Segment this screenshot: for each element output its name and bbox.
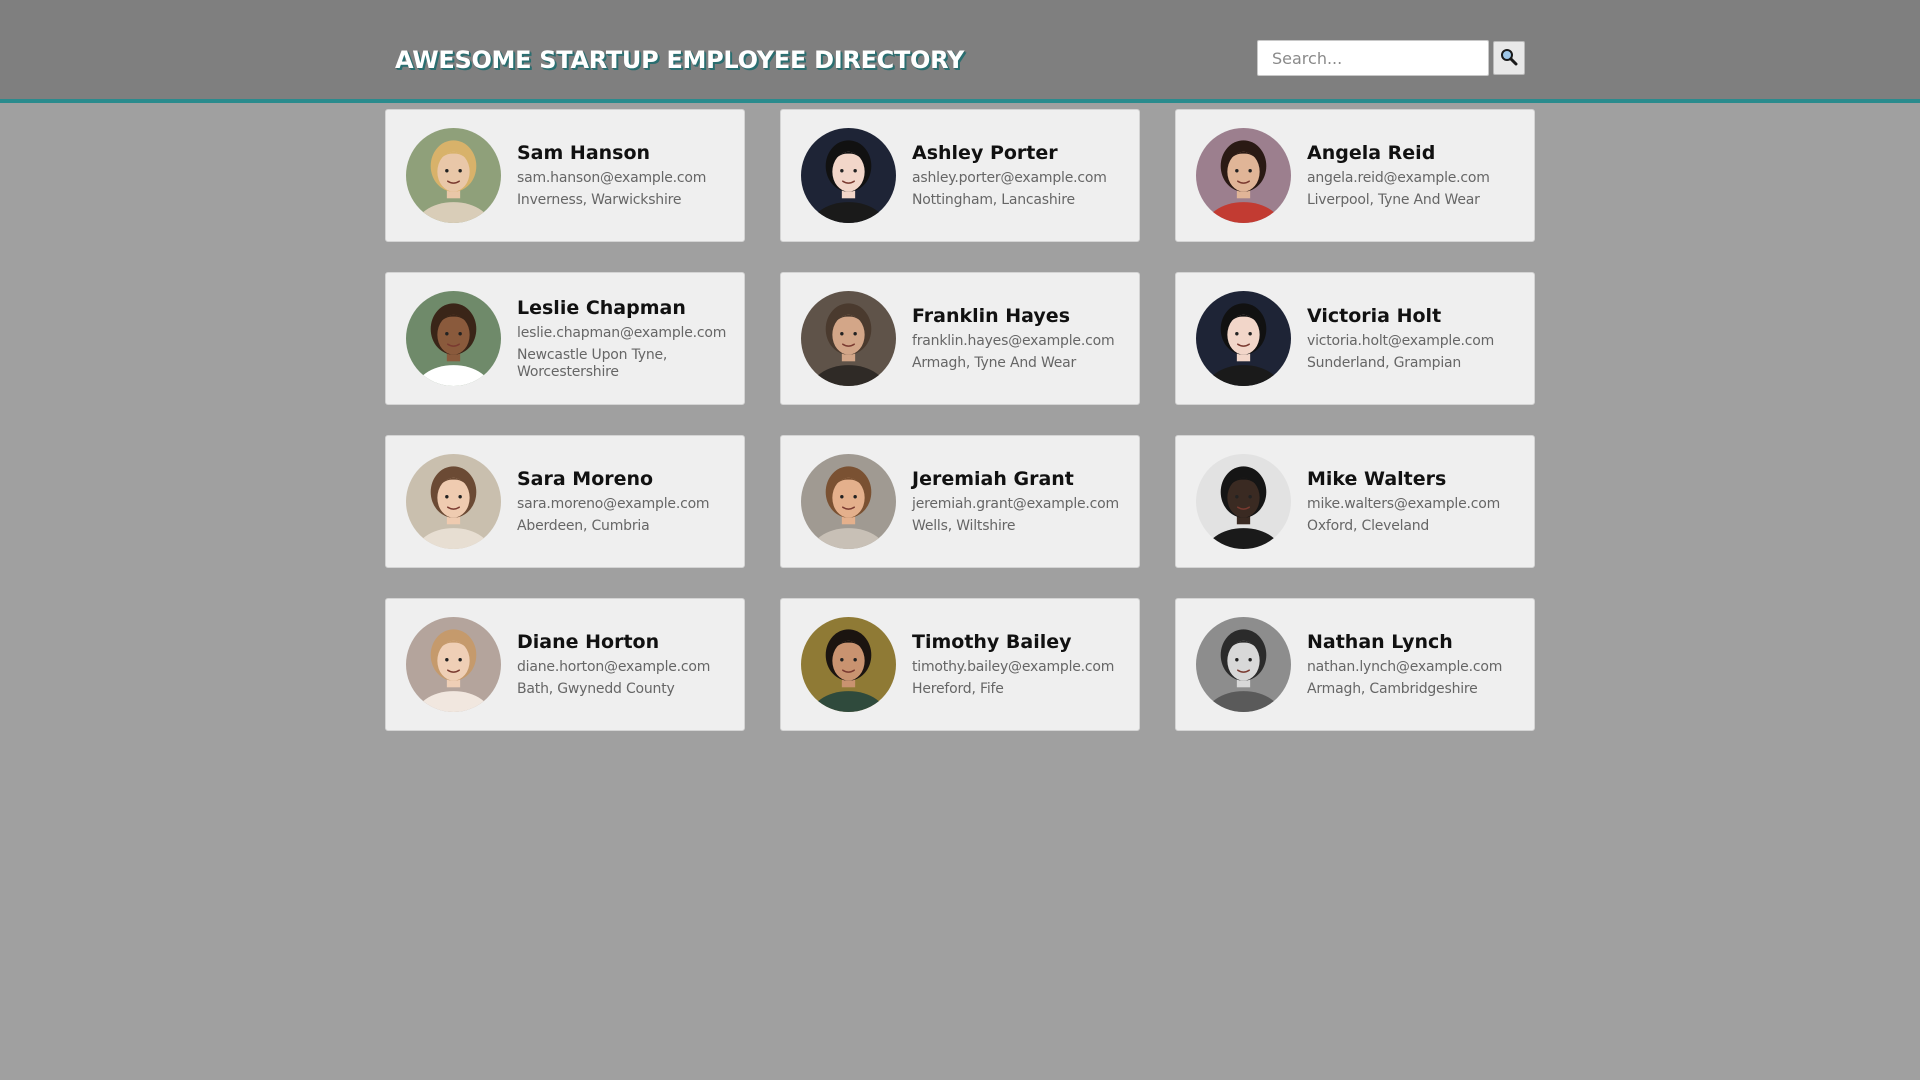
portrait-image [406, 454, 501, 549]
page-title: AWESOME STARTUP EMPLOYEE DIRECTORY [395, 46, 965, 74]
employee-avatar [406, 454, 501, 549]
portrait-image [1196, 291, 1291, 386]
employee-card[interactable]: Sara Moreno sara.moreno@example.com Aber… [385, 435, 745, 568]
employee-info: Ashley Porter ashley.porter@example.com … [912, 142, 1121, 209]
employee-avatar [801, 454, 896, 549]
portrait-image [406, 617, 501, 712]
employee-name: Angela Reid [1307, 142, 1436, 165]
employee-avatar [1196, 617, 1291, 712]
employee-email: sara.moreno@example.com [517, 496, 710, 513]
employee-avatar [406, 617, 501, 712]
employee-info: Angela Reid angela.reid@example.com Live… [1307, 142, 1516, 209]
employee-card[interactable]: Jeremiah Grant jeremiah.grant@example.co… [780, 435, 1140, 568]
page-header: AWESOME STARTUP EMPLOYEE DIRECTORY [0, 0, 1920, 103]
employee-name: Nathan Lynch [1307, 631, 1453, 654]
employee-email: franklin.hayes@example.com [912, 333, 1115, 350]
employee-avatar [801, 128, 896, 223]
employee-info: Sara Moreno sara.moreno@example.com Aber… [517, 468, 726, 535]
employee-card[interactable]: Nathan Lynch nathan.lynch@example.com Ar… [1175, 598, 1535, 731]
employee-card[interactable]: Sam Hanson sam.hanson@example.com Invern… [385, 109, 745, 242]
employee-info: Victoria Holt victoria.holt@example.com … [1307, 305, 1516, 372]
portrait-image [1196, 128, 1291, 223]
search-icon [1500, 48, 1518, 69]
employee-avatar [1196, 291, 1291, 386]
employee-location: Inverness, Warwickshire [517, 192, 682, 209]
portrait-image [801, 291, 896, 386]
portrait-image [406, 128, 501, 223]
employee-email: sam.hanson@example.com [517, 170, 707, 187]
employee-name: Diane Horton [517, 631, 660, 654]
employee-location: Aberdeen, Cumbria [517, 518, 650, 535]
employee-avatar [1196, 128, 1291, 223]
employee-card[interactable]: Victoria Holt victoria.holt@example.com … [1175, 272, 1535, 405]
employee-email: leslie.chapman@example.com [517, 324, 727, 341]
employee-name: Jeremiah Grant [912, 468, 1074, 491]
employee-name: Leslie Chapman [517, 296, 686, 319]
search-input[interactable] [1257, 40, 1489, 76]
employee-info: Franklin Hayes franklin.hayes@example.co… [912, 305, 1121, 372]
employee-gallery: Sam Hanson sam.hanson@example.com Invern… [385, 109, 1535, 731]
employee-info: Jeremiah Grant jeremiah.grant@example.co… [912, 468, 1121, 535]
employee-avatar [801, 617, 896, 712]
employee-location: Bath, Gwynedd County [517, 681, 675, 698]
employee-info: Leslie Chapman leslie.chapman@example.co… [517, 297, 726, 381]
search-form [1257, 40, 1525, 76]
portrait-image [1196, 617, 1291, 712]
employee-location: Wells, Wiltshire [912, 518, 1016, 535]
portrait-image [801, 128, 896, 223]
employee-info: Mike Walters mike.walters@example.com Ox… [1307, 468, 1516, 535]
employee-email: diane.horton@example.com [517, 659, 711, 676]
employee-location: Newcastle Upon Tyne, Worcestershire [517, 346, 668, 380]
employee-card[interactable]: Franklin Hayes franklin.hayes@example.co… [780, 272, 1140, 405]
employee-email: angela.reid@example.com [1307, 170, 1490, 187]
portrait-image [801, 617, 896, 712]
employee-info: Nathan Lynch nathan.lynch@example.com Ar… [1307, 631, 1516, 698]
employee-location: Oxford, Cleveland [1307, 518, 1430, 535]
employee-name: Sam Hanson [517, 142, 651, 165]
employee-email: ashley.porter@example.com [912, 170, 1107, 187]
employee-avatar [406, 128, 501, 223]
employee-location: Hereford, Fife [912, 681, 1004, 698]
employee-card[interactable]: Mike Walters mike.walters@example.com Ox… [1175, 435, 1535, 568]
employee-email: victoria.holt@example.com [1307, 333, 1495, 350]
employee-info: Sam Hanson sam.hanson@example.com Invern… [517, 142, 726, 209]
employee-location: Liverpool, Tyne And Wear [1307, 192, 1480, 209]
portrait-image [406, 291, 501, 386]
portrait-image [801, 454, 896, 549]
employee-location: Armagh, Cambridgeshire [1307, 681, 1478, 698]
employee-location: Nottingham, Lancashire [912, 192, 1075, 209]
search-button[interactable] [1493, 41, 1525, 75]
employee-card[interactable]: Ashley Porter ashley.porter@example.com … [780, 109, 1140, 242]
employee-avatar [801, 291, 896, 386]
portrait-image [1196, 454, 1291, 549]
employee-card[interactable]: Diane Horton diane.horton@example.com Ba… [385, 598, 745, 731]
employee-name: Mike Walters [1307, 468, 1447, 491]
employee-location: Sunderland, Grampian [1307, 355, 1462, 372]
employee-location: Armagh, Tyne And Wear [912, 355, 1077, 372]
employee-email: jeremiah.grant@example.com [912, 496, 1119, 513]
employee-email: mike.walters@example.com [1307, 496, 1501, 513]
employee-email: nathan.lynch@example.com [1307, 659, 1503, 676]
employee-name: Franklin Hayes [912, 305, 1071, 328]
employee-info: Diane Horton diane.horton@example.com Ba… [517, 631, 726, 698]
employee-avatar [1196, 454, 1291, 549]
employee-avatar [406, 291, 501, 386]
employee-card[interactable]: Leslie Chapman leslie.chapman@example.co… [385, 272, 745, 405]
employee-name: Ashley Porter [912, 142, 1058, 165]
employee-card[interactable]: Angela Reid angela.reid@example.com Live… [1175, 109, 1535, 242]
employee-card[interactable]: Timothy Bailey timothy.bailey@example.co… [780, 598, 1140, 731]
employee-name: Sara Moreno [517, 468, 654, 491]
employee-info: Timothy Bailey timothy.bailey@example.co… [912, 631, 1121, 698]
employee-name: Victoria Holt [1307, 305, 1442, 328]
employee-email: timothy.bailey@example.com [912, 659, 1115, 676]
employee-name: Timothy Bailey [912, 631, 1072, 654]
